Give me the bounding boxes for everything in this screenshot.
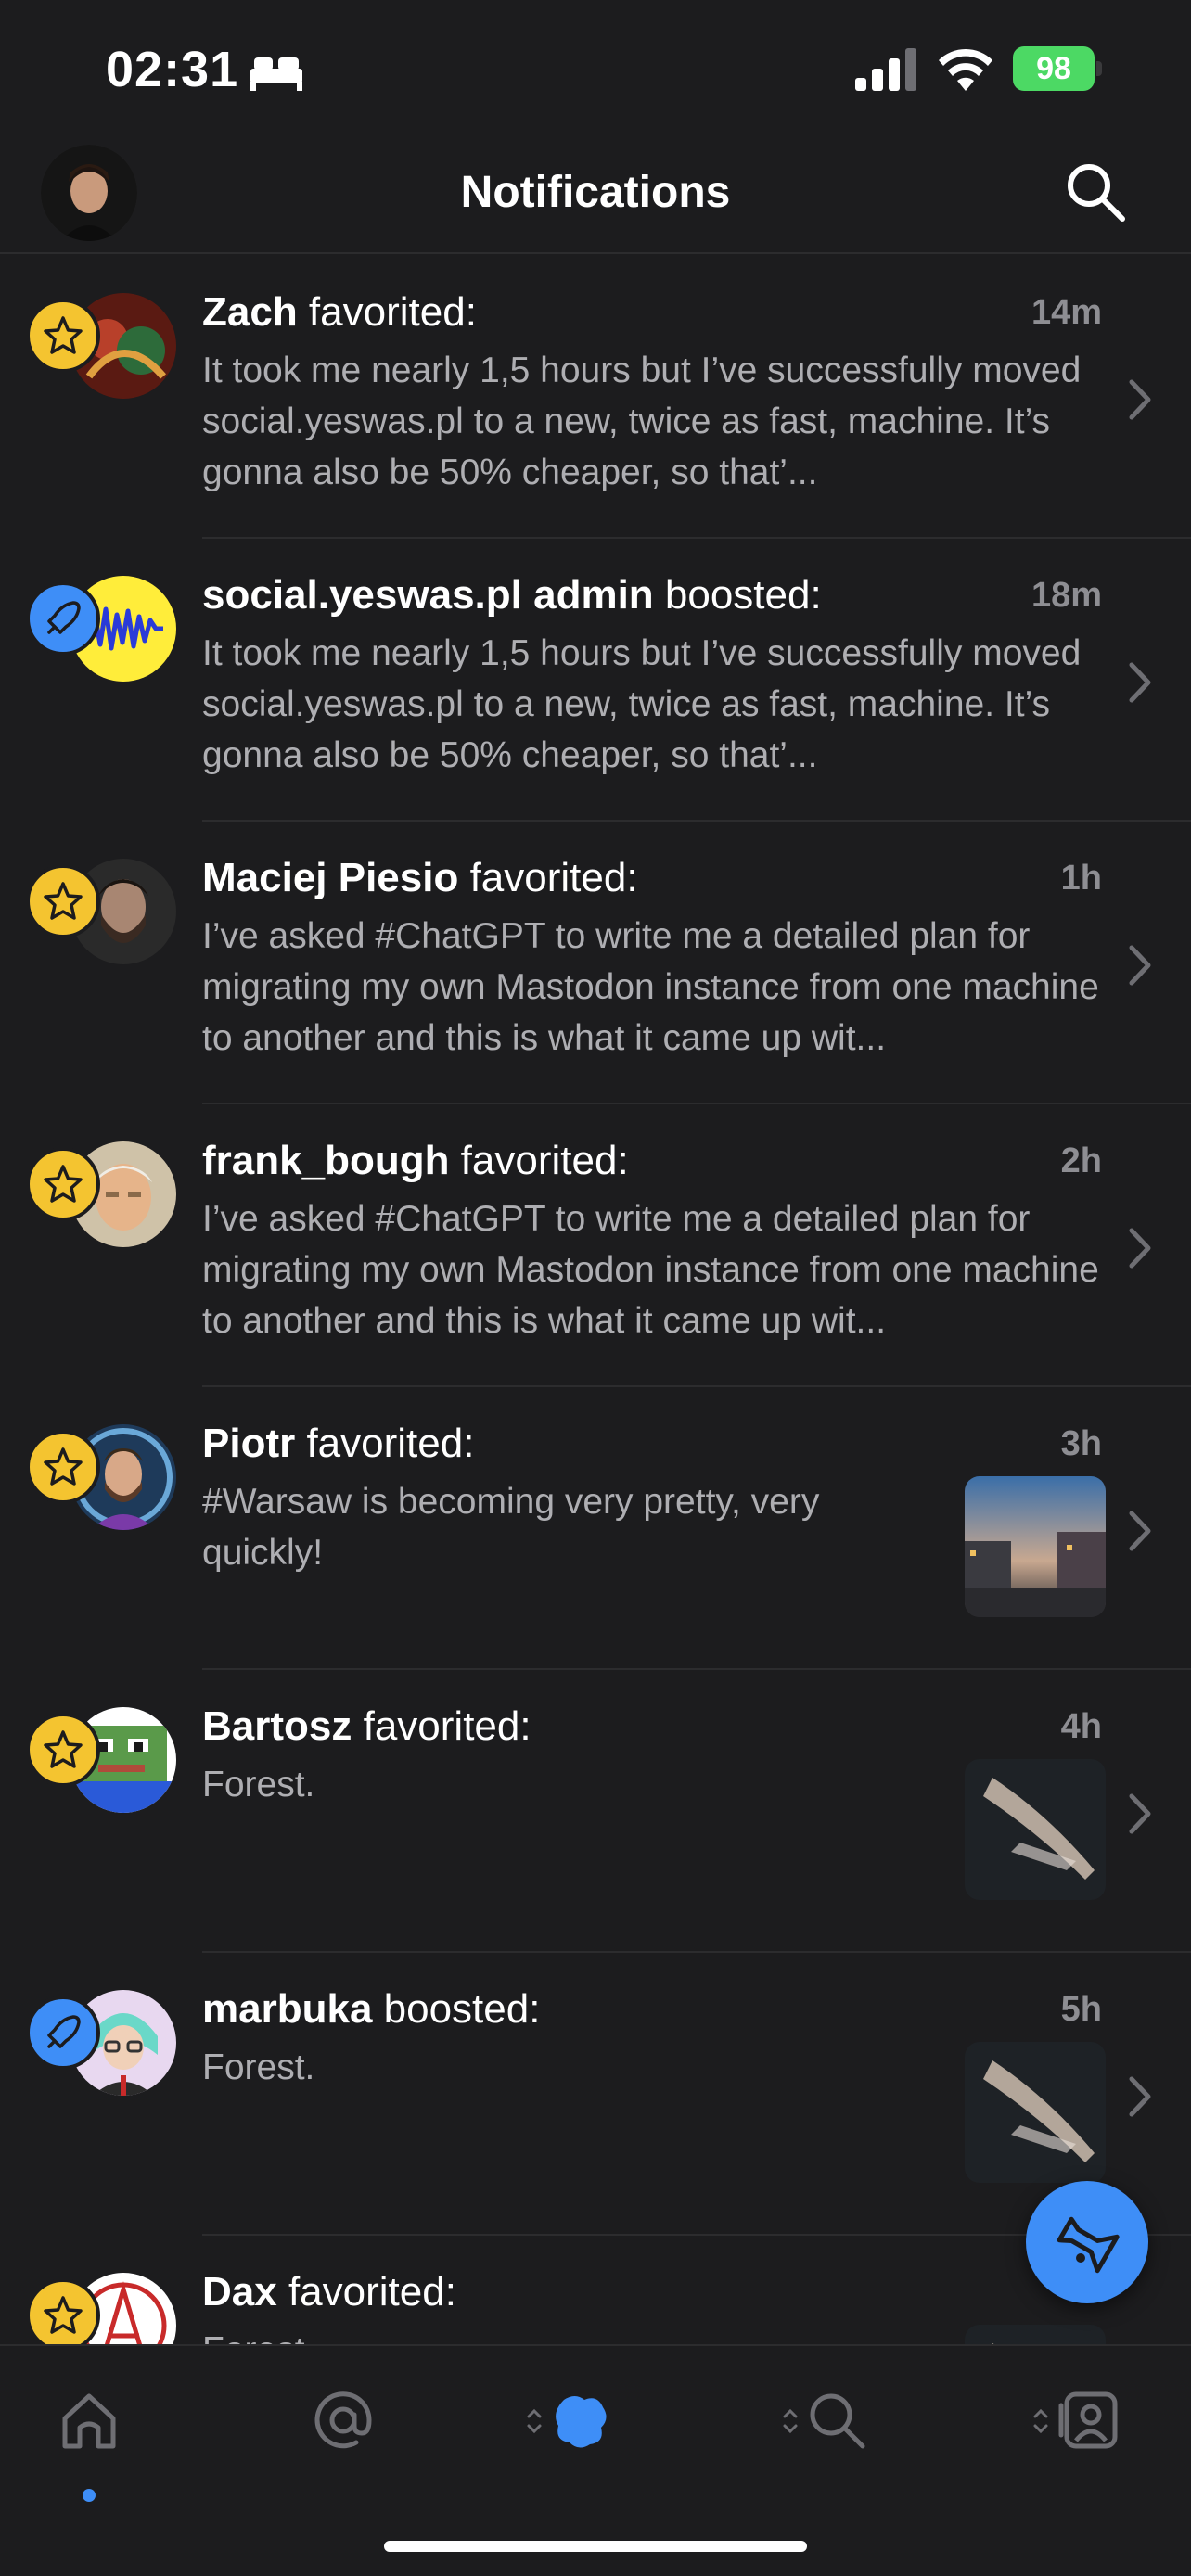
home-indicator (384, 2541, 807, 2552)
notification-row[interactable]: Bartosz favorited: 4h Forest. (0, 1670, 1191, 1953)
chevron-right-icon (1129, 1793, 1151, 1834)
media-thumbnail[interactable] (965, 1476, 1106, 1617)
notification-time: 1h (1060, 859, 1102, 898)
chevron-right-icon (1129, 945, 1151, 986)
home-icon (62, 2393, 116, 2449)
media-thumbnail[interactable] (965, 2042, 1106, 2183)
tab-home[interactable] (33, 2378, 145, 2502)
tab-mentions[interactable] (288, 2378, 399, 2480)
notification-row[interactable]: Zach favorited: 14m It took me nearly 1,… (0, 256, 1191, 539)
notification-author[interactable]: Maciej Piesio (202, 855, 458, 900)
notification-excerpt: Forest. (202, 2325, 926, 2344)
favorite-star-icon (26, 1430, 100, 1504)
chevron-up-down-icon (783, 2408, 798, 2434)
nav-header: Notifications (0, 139, 1191, 254)
media-thumbnail[interactable] (965, 2325, 1106, 2344)
notification-list[interactable]: Zach favorited: 14m It took me nearly 1,… (0, 256, 1191, 2344)
notification-time: 5h (1060, 1990, 1102, 2029)
compose-button[interactable] (1026, 2181, 1148, 2303)
notification-excerpt: It took me nearly 1,5 hours but I’ve suc… (202, 633, 1082, 775)
status-bar: 02:31 98 (0, 0, 1191, 139)
notification-action: favorited: (276, 2269, 456, 2315)
notifications-icon (556, 2396, 607, 2448)
notification-time: 14m (1031, 293, 1102, 332)
boost-rocket-icon (26, 1996, 100, 2070)
notification-excerpt: #Warsaw is becoming very pretty, very qu… (202, 1482, 820, 1573)
favorite-star-icon (26, 299, 100, 373)
profile-icon (1058, 2391, 1118, 2449)
chevron-right-icon (1129, 1511, 1151, 1551)
tab-explore[interactable] (781, 2378, 892, 2480)
notification-excerpt: Forest. (202, 1765, 315, 1804)
chevron-right-icon (1129, 379, 1151, 420)
chevron-right-icon (1129, 1228, 1151, 1269)
notification-author[interactable]: Dax (202, 2269, 277, 2315)
notification-row[interactable]: marbuka boosted: 5h Forest. (0, 1953, 1191, 2236)
notification-action: favorited: (352, 1703, 531, 1749)
notification-row[interactable]: Piotr favorited: 3h #Warsaw is becoming … (0, 1387, 1191, 1670)
notification-row[interactable]: Dax favorited: Forest. (0, 2236, 1191, 2344)
notification-action: boosted: (372, 1986, 541, 2032)
notification-time: 4h (1060, 1707, 1102, 1746)
notification-time: 18m (1031, 576, 1102, 615)
favorite-star-icon (26, 1713, 100, 1787)
wifi-icon (939, 48, 992, 91)
boost-rocket-icon (26, 581, 100, 656)
notification-row[interactable]: frank_bough favorited: 2h I’ve asked #Ch… (0, 1104, 1191, 1387)
notification-excerpt: It took me nearly 1,5 hours but I’ve suc… (202, 351, 1082, 492)
notification-action: favorited: (449, 1138, 629, 1183)
chevron-up-down-icon (527, 2408, 542, 2434)
search-icon[interactable] (1063, 159, 1128, 224)
tab-profile[interactable] (1031, 2378, 1143, 2480)
notification-action: boosted: (653, 572, 822, 618)
notification-excerpt: Forest. (202, 2047, 315, 2087)
notification-author[interactable]: Piotr (202, 1421, 295, 1466)
notification-author[interactable]: social.yeswas.pl admin (202, 572, 654, 618)
tab-notifications[interactable] (525, 2378, 636, 2480)
notification-action: favorited: (458, 855, 638, 900)
explore-icon (810, 2393, 865, 2449)
notification-row[interactable]: social.yeswas.pl admin boosted: 18m It t… (0, 539, 1191, 822)
notification-author[interactable]: frank_bough (202, 1138, 449, 1183)
signal-icon (855, 48, 916, 91)
page-title: Notifications (460, 168, 731, 217)
notification-author[interactable]: Bartosz (202, 1703, 352, 1749)
trumpet-compose-icon (1057, 2216, 1120, 2274)
notification-action: favorited: (297, 289, 477, 335)
chevron-right-icon (1129, 662, 1151, 703)
notification-action: favorited: (295, 1421, 475, 1466)
notification-row[interactable]: Maciej Piesio favorited: 1h I’ve asked #… (0, 822, 1191, 1104)
notification-excerpt: I’ve asked #ChatGPT to write me a detail… (202, 1199, 1099, 1341)
mentions-icon (314, 2391, 372, 2449)
chevron-up-down-icon (1033, 2408, 1048, 2434)
battery-icon: 98 (1013, 46, 1102, 91)
notification-author[interactable]: marbuka (202, 1986, 372, 2032)
notification-time: 3h (1060, 1424, 1102, 1463)
favorite-star-icon (26, 1147, 100, 1221)
status-time: 02:31 (106, 42, 239, 97)
notification-author[interactable]: Zach (202, 289, 298, 335)
battery-level: 98 (1013, 46, 1095, 91)
bed-icon (250, 57, 302, 91)
media-thumbnail[interactable] (965, 1759, 1106, 1900)
chevron-right-icon (1129, 2076, 1151, 2117)
unread-dot (83, 2489, 96, 2502)
notification-excerpt: I’ve asked #ChatGPT to write me a detail… (202, 916, 1099, 1058)
notification-time: 2h (1060, 1141, 1102, 1180)
favorite-star-icon (26, 2278, 100, 2344)
favorite-star-icon (26, 864, 100, 938)
